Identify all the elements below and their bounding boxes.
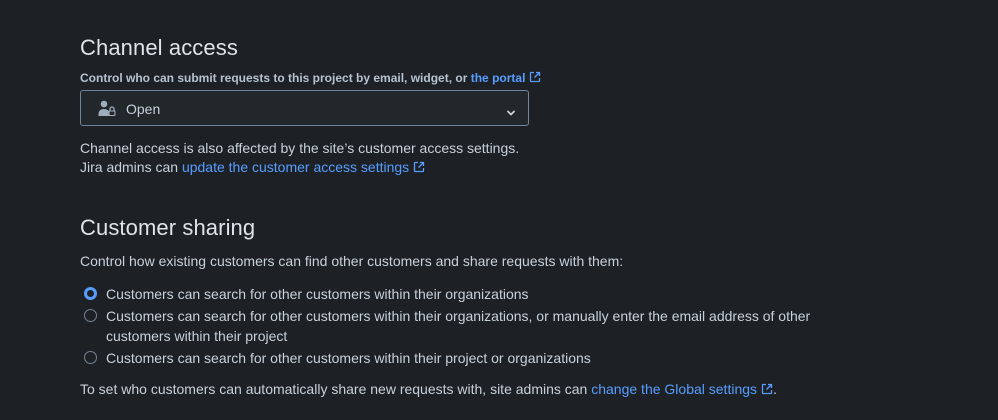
external-link-icon <box>413 159 425 178</box>
channel-access-select-value: Open <box>126 101 161 117</box>
radio-option-organizations-or-email[interactable]: Customers can search for other customers… <box>84 308 844 348</box>
external-link-icon <box>761 381 773 400</box>
channel-access-select[interactable]: Open <box>80 90 529 126</box>
channel-access-heading: Channel access <box>80 35 238 60</box>
radio-option-label: Customers can search for other customers… <box>106 286 529 302</box>
note-line2-prefix: Jira admins can <box>80 159 179 175</box>
radio-option-label: Customers can search for other customers… <box>106 350 591 366</box>
change-global-settings-link[interactable]: change the Global settings <box>591 381 773 397</box>
portal-link-text: the portal <box>470 71 526 85</box>
radio-option-label: Customers can search for other customers… <box>106 308 811 344</box>
change-global-settings-link-text: change the Global settings <box>591 381 758 397</box>
radio-button-checked[interactable] <box>84 287 97 300</box>
footer-prefix: To set who customers can automatically s… <box>80 381 588 397</box>
portal-link[interactable]: the portal <box>471 71 542 85</box>
channel-access-note-line1: Channel access is also affected by the s… <box>80 140 520 156</box>
radio-option-organizations[interactable]: Customers can search for other customers… <box>84 286 844 306</box>
chevron-down-icon <box>506 104 516 122</box>
customer-sharing-footer: To set who customers can automatically s… <box>80 380 777 400</box>
update-customer-access-link[interactable]: update the customer access settings <box>182 159 425 175</box>
person-lock-icon <box>98 100 116 122</box>
settings-page: Channel access Control who can submit re… <box>0 0 998 420</box>
customer-sharing-description: Control how existing customers can find … <box>80 253 624 269</box>
update-customer-access-link-text: update the customer access settings <box>181 159 410 175</box>
channel-access-description: Control who can submit requests to this … <box>80 71 541 86</box>
radio-button[interactable] <box>84 309 97 322</box>
channel-access-description-text: Control who can submit requests to this … <box>80 71 468 85</box>
radio-button[interactable] <box>84 351 97 364</box>
footer-suffix: . <box>773 381 777 397</box>
customer-sharing-heading: Customer sharing <box>80 215 256 240</box>
radio-option-project-or-organizations[interactable]: Customers can search for other customers… <box>84 350 844 370</box>
external-link-icon <box>529 71 541 86</box>
channel-access-note-line2: Jira admins can update the customer acce… <box>80 158 425 178</box>
